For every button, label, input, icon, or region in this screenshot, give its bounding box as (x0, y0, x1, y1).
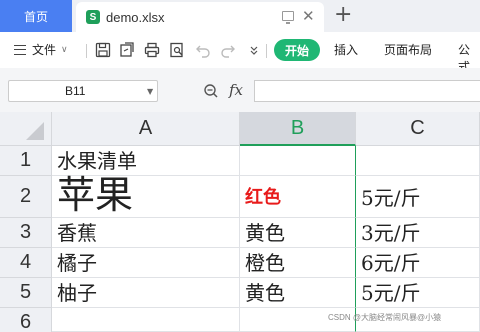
file-menu-label: 文件 (32, 43, 57, 57)
name-box[interactable]: B11 (8, 80, 158, 102)
tab-document[interactable]: S demo.xlsx ✕ (76, 2, 324, 32)
cell-b2[interactable]: 红色 (240, 176, 356, 218)
save-icon[interactable] (94, 41, 112, 59)
tab-document-label: demo.xlsx (106, 9, 165, 25)
tab-page-layout[interactable]: 页面布局 (384, 41, 432, 58)
new-tab-icon[interactable]: + (334, 2, 352, 28)
cell-c4[interactable]: 6元/斤 (356, 248, 480, 278)
row-header-4[interactable]: 4 (0, 248, 52, 278)
cell-c1[interactable] (356, 146, 480, 176)
more-icon[interactable] (245, 41, 263, 59)
cell-a6[interactable] (52, 308, 240, 332)
row-header-1[interactable]: 1 (0, 146, 52, 176)
formula-input[interactable] (254, 80, 480, 102)
column-header-b[interactable]: B (240, 112, 356, 146)
menu-icon (14, 44, 26, 55)
formula-bar: B11 ▼ fx (0, 68, 480, 112)
divider (86, 44, 87, 58)
print-preview-icon[interactable] (168, 41, 186, 59)
tab-home[interactable]: 首页 (0, 0, 72, 32)
cell-a2[interactable]: 苹果 (52, 173, 240, 218)
file-menu-button[interactable]: 文件 ∨ (14, 41, 68, 58)
undo-icon[interactable] (194, 41, 212, 59)
cell-b1[interactable] (240, 146, 356, 176)
cell-b5[interactable]: 黄色 (240, 278, 356, 308)
row-header-5[interactable]: 5 (0, 278, 52, 308)
row-header-2[interactable]: 2 (0, 176, 52, 218)
chevron-down-icon: ∨ (61, 44, 68, 55)
function-icon[interactable]: fx (229, 81, 243, 99)
close-icon[interactable]: ✕ (302, 8, 315, 24)
cell-c5[interactable]: 5元/斤 (356, 278, 480, 308)
cell-b3[interactable]: 黄色 (240, 218, 356, 248)
cell-a4[interactable]: 橘子 (52, 248, 240, 278)
tab-start[interactable]: 开始 (274, 39, 320, 61)
tab-bar: 首页 S demo.xlsx ✕ + (0, 0, 480, 32)
monitor-icon[interactable] (282, 11, 294, 24)
redo-icon[interactable] (219, 41, 237, 59)
select-all-corner[interactable] (0, 112, 52, 146)
print-icon[interactable] (143, 41, 161, 59)
column-header-c[interactable]: C (356, 112, 480, 146)
row-header-3[interactable]: 3 (0, 218, 52, 248)
cell-a3[interactable]: 香蕉 (52, 218, 240, 248)
column-header-a[interactable]: A (52, 112, 240, 146)
divider (266, 44, 267, 58)
cell-c2[interactable]: 5元/斤 (356, 176, 480, 218)
row-header-6[interactable]: 6 (0, 308, 52, 332)
cell-c3[interactable]: 3元/斤 (356, 218, 480, 248)
toolbar: 文件 ∨ 开始 插入 页面布局 公式 (0, 32, 480, 74)
cell-b4[interactable]: 橙色 (240, 248, 356, 278)
export-icon[interactable] (118, 41, 136, 59)
spreadsheet-icon: S (86, 10, 100, 24)
watermark: CSDN @大脑经常闹风暴@小猿 (328, 313, 442, 322)
cell-a5[interactable]: 柚子 (52, 278, 240, 308)
tab-insert[interactable]: 插入 (334, 41, 358, 58)
cell-a1[interactable]: 水果清单 (52, 146, 240, 176)
spreadsheet-grid: A B C 1 2 3 4 5 6 水果清单 苹果 红色 5元/斤 香蕉 黄色 … (0, 112, 480, 332)
chevron-down-icon[interactable]: ▼ (147, 87, 153, 96)
zoom-icon[interactable] (203, 83, 219, 103)
